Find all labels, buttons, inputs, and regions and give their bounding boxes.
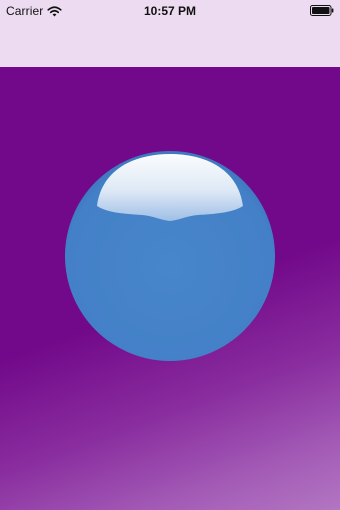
battery-level-fill bbox=[312, 7, 330, 14]
glossy-orb[interactable] bbox=[64, 150, 276, 362]
battery-icon bbox=[310, 5, 334, 16]
orb-highlight bbox=[97, 154, 243, 221]
status-time: 10:57 PM bbox=[143, 4, 197, 18]
navigation-bar bbox=[0, 22, 340, 67]
status-bar: Carrier 10:57 PM bbox=[0, 0, 340, 22]
main-content-area bbox=[0, 67, 340, 510]
